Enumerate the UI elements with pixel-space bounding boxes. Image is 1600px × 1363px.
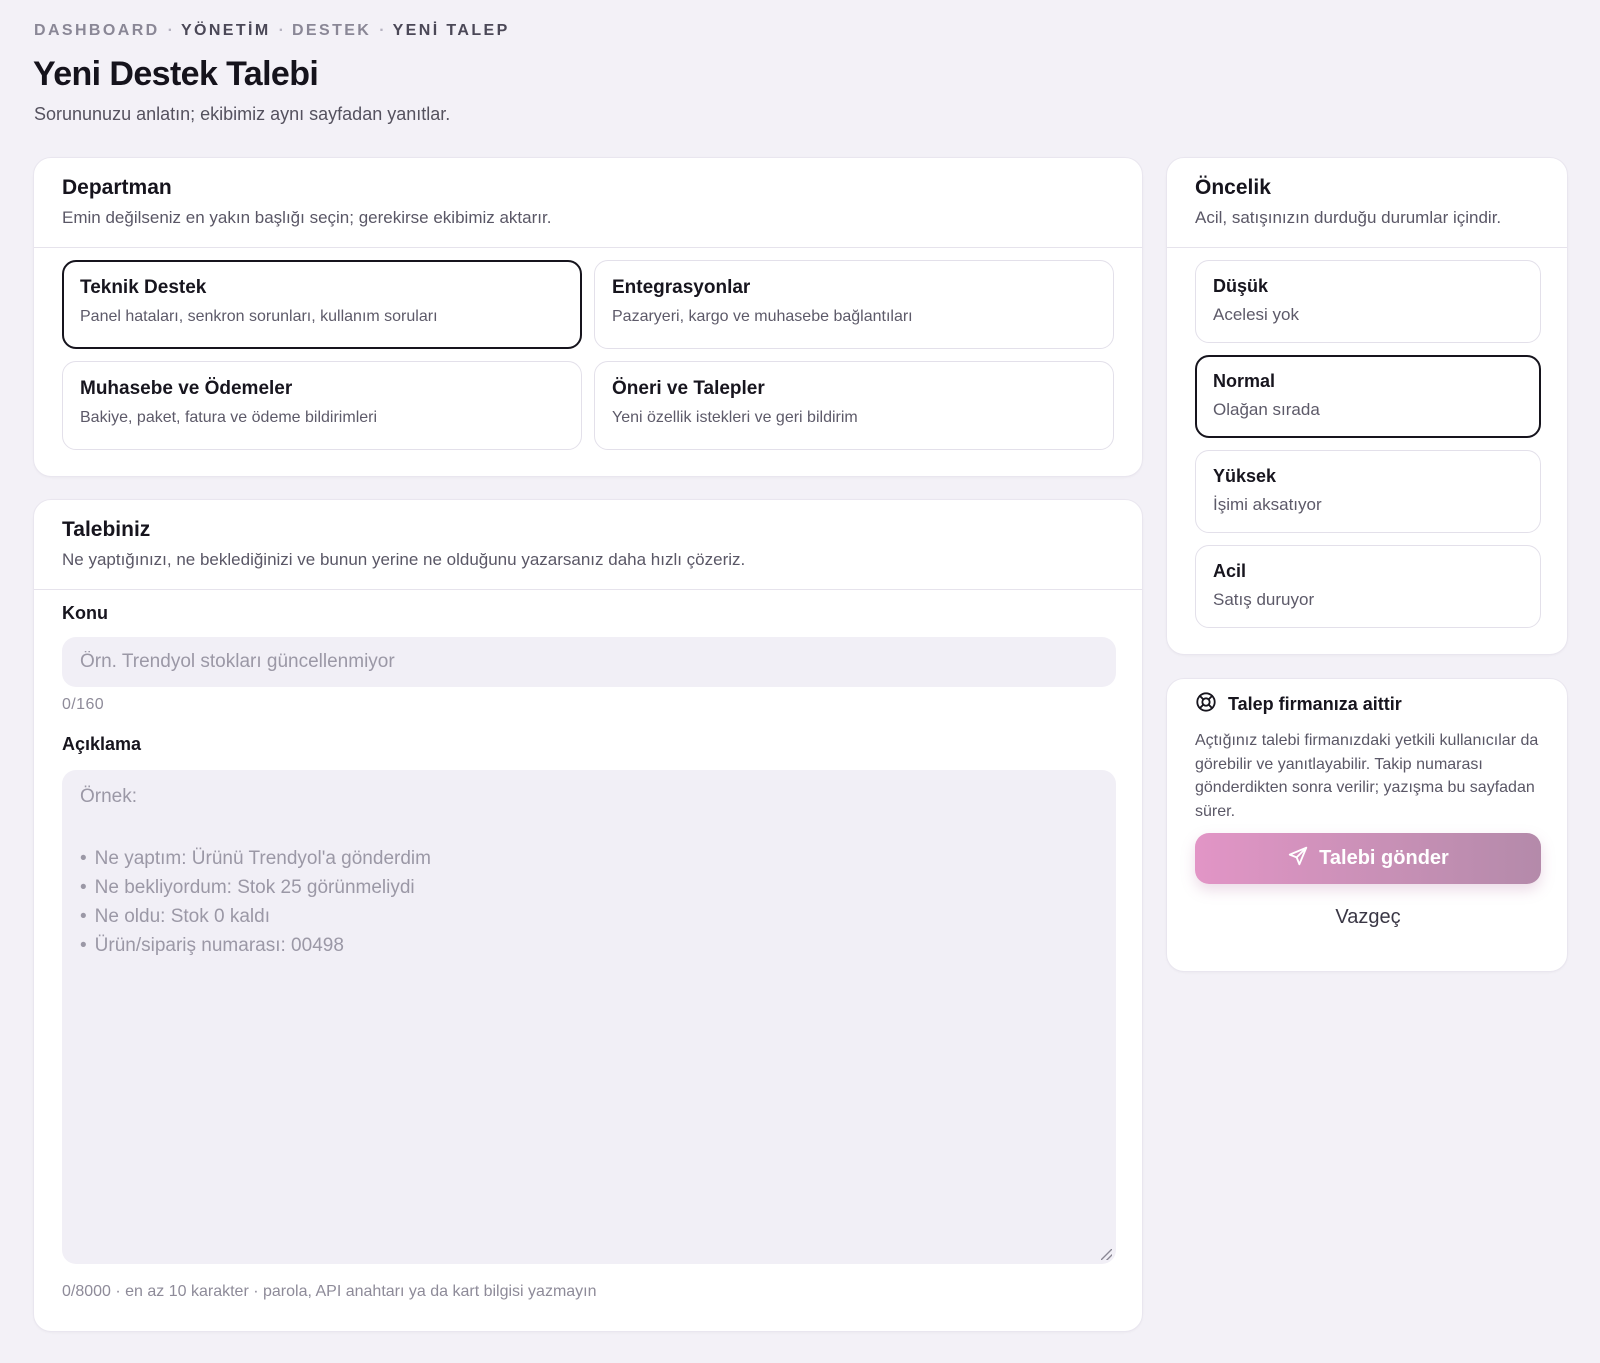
option-title: Öneri ve Talepler bbox=[612, 378, 765, 399]
page: DASHBOARD · YÖNETİM · DESTEK · YENİ TALE… bbox=[0, 0, 1600, 1363]
department-title: Departman bbox=[62, 176, 172, 199]
subject-counter: 0/160 bbox=[62, 696, 105, 713]
request-description: Ne yaptığınızı, ne beklediğinizi ve bunu… bbox=[62, 550, 746, 569]
description-placeholder-intro: Örnek: bbox=[80, 786, 138, 807]
request-title: Talebiniz bbox=[62, 518, 151, 541]
priority-option-acil[interactable]: Acil Satış duruyor bbox=[1195, 545, 1541, 628]
option-description: Pazaryeri, kargo ve muhasebe bağlantılar… bbox=[612, 308, 913, 325]
description-placeholder-list: Ne yaptım: Ürünü Trendyol'a gönderdim Ne… bbox=[80, 844, 431, 960]
request-card-header: Talebiniz Ne yaptığınızı, ne beklediğini… bbox=[34, 500, 1142, 590]
subject-label: Konu bbox=[62, 603, 108, 623]
option-title: Acil bbox=[1213, 561, 1247, 581]
send-icon bbox=[1287, 845, 1309, 873]
department-option-oneri[interactable]: Öneri ve Talepler Yeni özellik istekleri… bbox=[594, 361, 1114, 450]
breadcrumb-item-dashboard[interactable]: DASHBOARD bbox=[34, 22, 160, 40]
option-title: Entegrasyonlar bbox=[612, 277, 751, 298]
department-description: Emin değilseniz en yakın başlığı seçin; … bbox=[62, 208, 552, 227]
priority-title: Öncelik bbox=[1195, 176, 1271, 199]
department-card-header: Departman Emin değilseniz en yakın başlı… bbox=[34, 158, 1142, 248]
request-card: Talebiniz Ne yaptığınızı, ne beklediğini… bbox=[33, 499, 1143, 1332]
description-hint: 0/8000 · en az 10 karakter · parola, API… bbox=[62, 1283, 597, 1300]
option-description: Yeni özellik istekleri ve geri bildirim bbox=[612, 409, 858, 426]
breadcrumb-item-yonetim[interactable]: YÖNETİM bbox=[181, 22, 271, 40]
option-title: Yüksek bbox=[1213, 466, 1277, 486]
option-title: Düşük bbox=[1213, 276, 1269, 296]
priority-description: Acil, satışınızın durduğu durumlar içind… bbox=[1195, 208, 1502, 227]
option-description: Satış duruyor bbox=[1213, 590, 1315, 609]
option-title: Teknik Destek bbox=[80, 277, 207, 298]
priority-card-header: Öncelik Acil, satışınızın durduğu duruml… bbox=[1167, 158, 1567, 248]
option-description: Bakiye, paket, fatura ve ödeme bildiriml… bbox=[80, 409, 378, 426]
option-description: İşimi aksatıyor bbox=[1213, 495, 1322, 514]
description-textarea[interactable]: Örnek: Ne yaptım: Ürünü Trendyol'a gönde… bbox=[62, 770, 1116, 1264]
department-card: Departman Emin değilseniz en yakın başlı… bbox=[33, 157, 1143, 477]
option-description: Panel hataları, senkron sorunları, kulla… bbox=[80, 308, 438, 325]
subject-input[interactable] bbox=[62, 637, 1116, 687]
priority-card: Öncelik Acil, satışınızın durduğu duruml… bbox=[1166, 157, 1568, 655]
department-option-muhasebe[interactable]: Muhasebe ve Ödemeler Bakiye, paket, fatu… bbox=[62, 361, 582, 450]
breadcrumb-item-current: YENİ TALEP bbox=[392, 22, 510, 39]
submit-button[interactable]: Talebi gönder bbox=[1195, 833, 1541, 884]
description-label: Açıklama bbox=[62, 734, 142, 754]
placeholder-item: Ne oldu: Stok 0 kaldı bbox=[80, 902, 431, 931]
department-options: Teknik Destek Panel hataları, senkron so… bbox=[62, 260, 1114, 450]
info-title: Talep firmanıza aittir bbox=[1228, 694, 1402, 714]
submit-card: Talep firmanıza aittir Açtığınız talebi … bbox=[1166, 678, 1568, 972]
option-description: Olağan sırada bbox=[1213, 400, 1320, 419]
placeholder-item: Ne yaptım: Ürünü Trendyol'a gönderdim bbox=[80, 844, 431, 873]
priority-options: Düşük Acelesi yok Normal Olağan sırada Y… bbox=[1195, 260, 1541, 640]
placeholder-item: Ne bekliyordum: Stok 25 görünmeliydi bbox=[80, 873, 431, 902]
page-subtitle: Sorununuzu anlatın; ekibimiz aynı sayfad… bbox=[34, 104, 451, 124]
breadcrumb-separator: · bbox=[167, 22, 173, 39]
department-option-entegrasyonlar[interactable]: Entegrasyonlar Pazaryeri, kargo ve muhas… bbox=[594, 260, 1114, 349]
cancel-button[interactable]: Vazgeç bbox=[1195, 900, 1541, 934]
breadcrumb: DASHBOARD · YÖNETİM · DESTEK · YENİ TALE… bbox=[34, 22, 510, 40]
option-description: Acelesi yok bbox=[1213, 305, 1299, 324]
priority-option-normal[interactable]: Normal Olağan sırada bbox=[1195, 355, 1541, 438]
submit-label: Talebi gönder bbox=[1319, 847, 1449, 869]
option-title: Normal bbox=[1213, 371, 1276, 391]
breadcrumb-separator: · bbox=[278, 22, 284, 39]
department-option-teknik-destek[interactable]: Teknik Destek Panel hataları, senkron so… bbox=[62, 260, 582, 349]
placeholder-item: Ürün/sipariş numarası: 00498 bbox=[80, 931, 431, 960]
info-header: Talep firmanıza aittir bbox=[1195, 691, 1402, 718]
info-text: Açtığınız talebi firmanızdaki yetkili ku… bbox=[1195, 732, 1539, 820]
breadcrumb-separator: · bbox=[379, 22, 385, 39]
page-title: Yeni Destek Talebi bbox=[33, 55, 319, 93]
option-title: Muhasebe ve Ödemeler bbox=[80, 378, 293, 399]
breadcrumb-item-destek[interactable]: DESTEK bbox=[292, 22, 371, 40]
lifebuoy-icon bbox=[1195, 691, 1217, 718]
priority-option-yuksek[interactable]: Yüksek İşimi aksatıyor bbox=[1195, 450, 1541, 533]
resize-handle[interactable] bbox=[1101, 1249, 1112, 1260]
priority-option-dusuk[interactable]: Düşük Acelesi yok bbox=[1195, 260, 1541, 343]
